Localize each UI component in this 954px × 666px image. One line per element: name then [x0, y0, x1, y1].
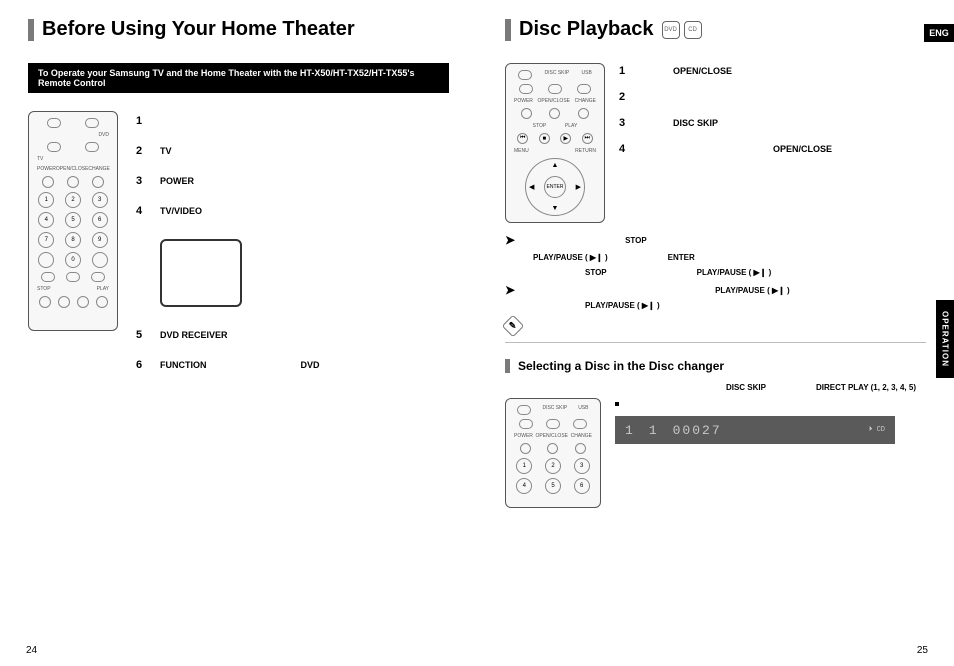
remote-illustration-disc: DISC SKIPUSB POWEROPEN/CLOSECHANGE STOPP… — [505, 63, 605, 223]
bullet-icon — [615, 402, 619, 406]
direct-play-label: DIRECT PLAY (1, 2, 3, 4, 5) — [816, 383, 916, 392]
lcd-index: 1 — [649, 423, 659, 438]
dpad: ▲ ▼ ◀ ▶ ENTER — [525, 158, 585, 216]
heading-bar-small — [505, 359, 510, 373]
dvd-icon: DVD — [662, 21, 680, 39]
dvd-mode-button — [85, 118, 99, 128]
play-pause-label-2: PLAY/PAUSE ( ▶❙ ) — [697, 268, 772, 277]
heading-bar — [28, 19, 34, 41]
language-tab: ENG — [924, 24, 954, 42]
play-pause-label-4: PLAY/PAUSE ( ▶❙ ) — [585, 301, 660, 310]
arrow-icon: ➤ — [505, 283, 515, 297]
lcd-display: 1 1 00027 ⏵ CD — [615, 416, 895, 444]
right-heading: Disc Playback DVD CD — [505, 18, 926, 41]
left-steps: 1 2TV 3POWER 4TV/VIDEO 5DVD RECEIVER 6FU… — [136, 111, 449, 371]
page-number-left: 24 — [26, 645, 37, 656]
step-1: 1 — [136, 115, 449, 127]
selecting-disc-heading: Selecting a Disc in the Disc changer — [505, 359, 926, 373]
enter-label: ENTER — [668, 253, 695, 262]
numpad: 123 456 789 0 — [35, 192, 111, 268]
note-icon: ✎ — [502, 315, 525, 338]
tv-mode-button — [47, 142, 61, 152]
enter-button: ENTER — [544, 176, 566, 198]
disc-type-icons: DVD CD — [662, 21, 702, 39]
left-heading: Before Using Your Home Theater — [28, 18, 449, 41]
left-page: Before Using Your Home Theater To Operat… — [0, 0, 477, 666]
right-page: ENG OPERATION Disc Playback DVD CD DISC … — [477, 0, 954, 666]
stop-label: STOP — [625, 236, 647, 245]
lcd-track: 1 — [625, 423, 635, 438]
step-3: 3POWER — [136, 175, 449, 187]
step-4: 4TV/VIDEO — [136, 205, 202, 217]
arrow-icon: ➤ — [505, 233, 515, 247]
disc-step-1: 1OPEN/CLOSE — [619, 65, 926, 77]
heading-bar — [505, 19, 511, 41]
lcd-time: 00027 — [673, 423, 722, 438]
divider — [505, 342, 926, 343]
operation-tab: OPERATION — [936, 300, 954, 378]
remote-illustration-left: DVD TV POWEROPEN/CLOSECHANGE 123 456 789… — [28, 111, 118, 331]
page-number-right: 25 — [917, 645, 928, 656]
step-5: 5DVD RECEIVER — [136, 329, 449, 341]
play-pause-label-3: PLAY/PAUSE ( ▶❙ ) — [715, 286, 790, 295]
tv-illustration — [160, 239, 242, 307]
remote-illustration-bottom: DISC SKIPUSB POWEROPEN/CLOSECHANGE 123 4… — [505, 398, 601, 508]
step-6: 6FUNCTIONDVD — [136, 359, 449, 371]
instruction-bar: To Operate your Samsung TV and the Home … — [28, 63, 449, 93]
disc-step-2: 2 — [619, 91, 926, 103]
right-title: Disc Playback — [519, 18, 654, 41]
disc-step-3: 3DISC SKIP — [619, 117, 926, 129]
disc-skip-label: DISC SKIP — [726, 383, 766, 392]
left-title: Before Using Your Home Theater — [42, 18, 355, 41]
stop-label-2: STOP — [585, 268, 607, 277]
disc-step-4: 4OPEN/CLOSE — [619, 143, 926, 155]
step-2: 2TV — [136, 145, 449, 157]
selecting-disc-title: Selecting a Disc in the Disc changer — [518, 359, 724, 373]
cd-icon: CD — [684, 21, 702, 39]
lcd-icons: ⏵ CD — [869, 426, 885, 434]
play-pause-label: PLAY/PAUSE ( ▶❙ ) — [533, 253, 608, 262]
